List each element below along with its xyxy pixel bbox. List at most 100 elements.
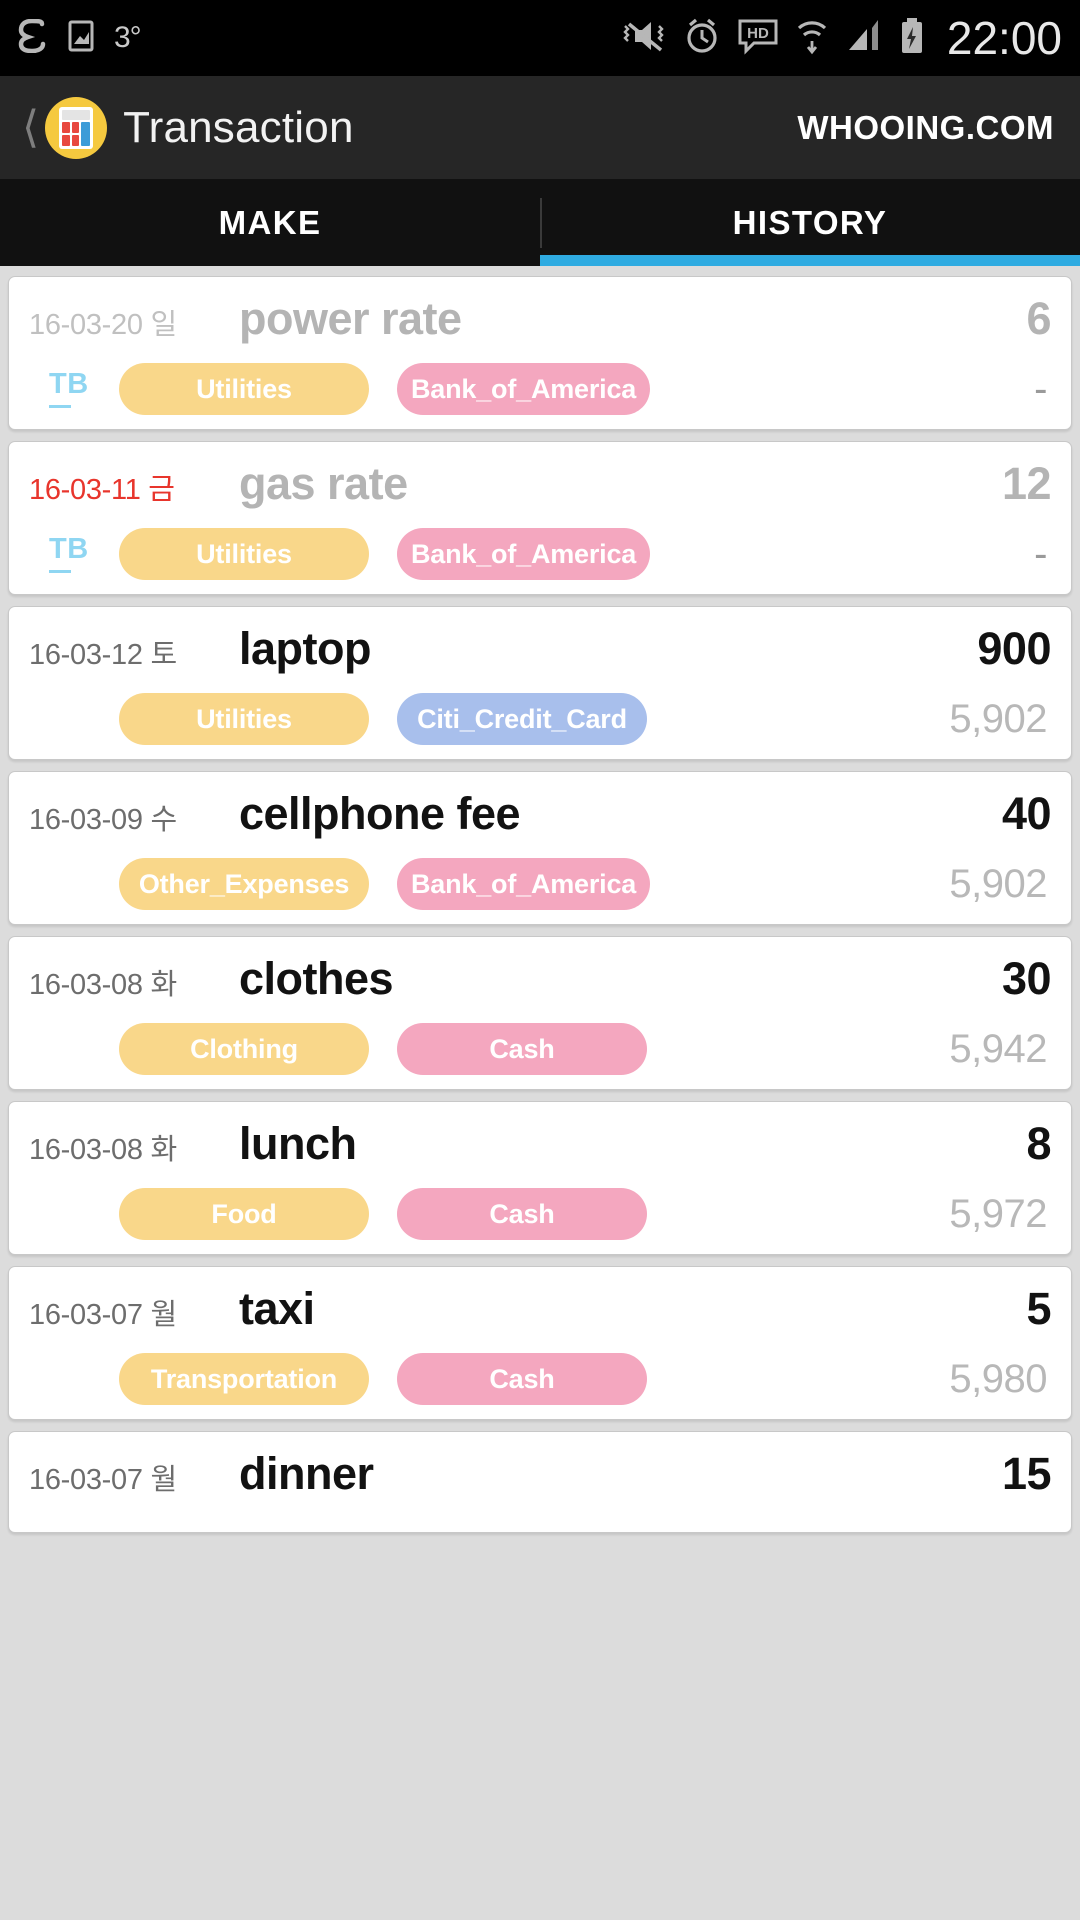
- transaction-tb-label: TB: [49, 368, 89, 400]
- calculator-key: [62, 121, 70, 133]
- transaction-category-badge[interactable]: Utilities: [119, 363, 369, 415]
- transaction-card[interactable]: 16-03-08 화 lunch 8 Food Cash 5,972: [8, 1101, 1072, 1255]
- transaction-account-badge[interactable]: Cash: [397, 1188, 647, 1240]
- tab-bar: MAKE HISTORY: [0, 180, 1080, 266]
- transaction-category-badge[interactable]: Food: [119, 1188, 369, 1240]
- transaction-card-footer: TB Utilities Bank_of_America -: [29, 528, 1051, 580]
- transaction-title: dinner: [239, 1448, 374, 1499]
- signal-icon: [845, 17, 883, 60]
- transaction-card[interactable]: 16-03-09 수 cellphone fee 40 Other_Expenses B…: [8, 771, 1072, 925]
- transaction-card-header: 16-03-07 월 taxi 5: [29, 1283, 1051, 1335]
- transaction-amount: 900: [977, 623, 1051, 674]
- tab-history[interactable]: HISTORY: [540, 180, 1080, 266]
- transaction-category-badge[interactable]: Utilities: [119, 693, 369, 745]
- transaction-category-badge[interactable]: Utilities: [119, 528, 369, 580]
- calculator-key-row: [62, 134, 80, 146]
- tab-make[interactable]: MAKE: [0, 180, 540, 266]
- back-chevron-icon[interactable]: ⟨: [22, 105, 39, 150]
- transaction-amount: 6: [1026, 293, 1051, 344]
- transaction-amount: 8: [1026, 1118, 1051, 1169]
- battery-charging-icon: [899, 17, 925, 60]
- transaction-tb-flag: TB: [29, 535, 119, 573]
- transaction-card-footer: TB Utilities Bank_of_America -: [29, 363, 1051, 415]
- transaction-date: 16-03-08 화: [29, 969, 177, 1001]
- transaction-card-header: 16-03-11 금 gas rate 12: [29, 458, 1052, 510]
- wifi-icon: [795, 17, 829, 60]
- status-bar-right: HD 22:00: [621, 11, 1062, 65]
- transaction-balance: -: [1034, 366, 1047, 411]
- transaction-amount: 30: [1001, 953, 1052, 1004]
- transaction-card-header: 16-03-07 월 dinner 15: [29, 1448, 1052, 1500]
- transaction-date: 16-03-12 토: [29, 639, 177, 671]
- tab-active-indicator: [540, 255, 1080, 266]
- transaction-card[interactable]: 16-03-07 월 taxi 5 Transportation Cash 5,980: [8, 1266, 1072, 1420]
- transaction-account-badge[interactable]: Bank_of_America: [397, 363, 651, 415]
- hd-icon: HD: [737, 17, 779, 60]
- sigma-icon: [18, 18, 48, 58]
- transaction-category-badge[interactable]: Other_Expenses: [119, 858, 369, 910]
- transaction-tb-underline: [49, 405, 71, 408]
- transaction-category-badge[interactable]: Clothing: [119, 1023, 369, 1075]
- transaction-card-footer: Food Cash 5,972: [29, 1188, 1051, 1240]
- transaction-card[interactable]: 16-03-20 일 power rate 6 TB Utilities Bank_of_…: [8, 276, 1072, 430]
- transaction-card-header: 16-03-09 수 cellphone fee 40: [29, 788, 1052, 840]
- calculator-key: [62, 134, 70, 146]
- transaction-category-badge[interactable]: Transportation: [119, 1353, 369, 1405]
- transaction-card[interactable]: 16-03-08 화 clothes 30 Clothing Cash 5,942: [8, 936, 1072, 1090]
- transaction-title: lunch: [239, 1118, 357, 1169]
- transaction-tb-underline: [49, 570, 71, 573]
- transaction-balance: 5,980: [949, 1356, 1047, 1401]
- transaction-date: 16-03-20 일: [29, 309, 177, 341]
- transaction-card-footer: Utilities Citi_Credit_Card 5,902: [29, 693, 1051, 745]
- vibrate-mute-icon: [621, 17, 667, 60]
- transaction-card[interactable]: 16-03-11 금 gas rate 12 TB Utilities Bank_of_A…: [8, 441, 1072, 595]
- transaction-amount: 5: [1026, 1283, 1051, 1334]
- temperature-label: 3°: [114, 21, 142, 54]
- transaction-date: 16-03-11 금: [29, 474, 175, 506]
- transaction-amount: 12: [1001, 458, 1052, 509]
- transaction-balance: 5,972: [949, 1191, 1047, 1236]
- transaction-account-badge[interactable]: Citi_Credit_Card: [397, 693, 647, 745]
- transaction-card-footer: Transportation Cash 5,980: [29, 1353, 1051, 1405]
- transaction-list[interactable]: 16-03-20 일 power rate 6 TB Utilities Bank_of_…: [0, 266, 1080, 1533]
- calculator-icon: [45, 96, 108, 159]
- transaction-title: gas rate: [239, 458, 408, 509]
- transaction-amount: 15: [1001, 1448, 1052, 1499]
- screenshot-icon: [68, 19, 94, 58]
- alarm-icon: [683, 17, 721, 60]
- calculator-glyph: [59, 106, 94, 149]
- calculator-key: [71, 121, 80, 133]
- calculator-key-col: [62, 121, 80, 146]
- transaction-account-badge[interactable]: Bank_of_America: [397, 858, 651, 910]
- transaction-balance: -: [1034, 531, 1047, 576]
- app-bar: ⟨ Transaction WHOOING.COM: [0, 76, 1080, 180]
- transaction-card-footer: Other_Expenses Bank_of_America 5,902: [29, 858, 1051, 910]
- transaction-card[interactable]: 16-03-12 토 laptop 900 Utilities Citi_Credit_…: [8, 606, 1072, 760]
- clock-label: 22:00: [946, 12, 1062, 64]
- svg-text:HD: HD: [747, 25, 769, 42]
- transaction-card[interactable]: 16-03-07 월 dinner 15: [8, 1431, 1072, 1533]
- transaction-account-badge[interactable]: Bank_of_America: [397, 528, 651, 580]
- transaction-card-header: 16-03-12 토 laptop 900: [29, 623, 1051, 675]
- calculator-key-row: [62, 121, 80, 133]
- transaction-card-header: 16-03-20 일 power rate 6: [29, 293, 1051, 345]
- calculator-keys: [62, 121, 91, 146]
- transaction-date: 16-03-09 수: [29, 804, 177, 836]
- calculator-screen: [62, 109, 91, 120]
- transaction-title: cellphone fee: [239, 788, 521, 839]
- transaction-date: 16-03-07 월: [29, 1464, 177, 1496]
- transaction-title: taxi: [239, 1283, 315, 1334]
- status-bar: 3° HD 22:00: [0, 0, 1080, 76]
- transaction-title: clothes: [239, 953, 394, 1004]
- transaction-amount: 40: [1001, 788, 1052, 839]
- transaction-title: laptop: [239, 623, 371, 674]
- brand-label: WHOOING.COM: [797, 108, 1054, 146]
- calculator-key-blue: [81, 121, 91, 146]
- transaction-account-badge[interactable]: Cash: [397, 1353, 647, 1405]
- transaction-card-header: 16-03-08 화 clothes 30: [29, 953, 1052, 1005]
- page-title: Transaction: [123, 102, 354, 152]
- transaction-account-badge[interactable]: Cash: [397, 1023, 647, 1075]
- calculator-key: [71, 134, 80, 146]
- transaction-balance: 5,902: [949, 696, 1047, 741]
- transaction-balance: 5,942: [949, 1026, 1047, 1071]
